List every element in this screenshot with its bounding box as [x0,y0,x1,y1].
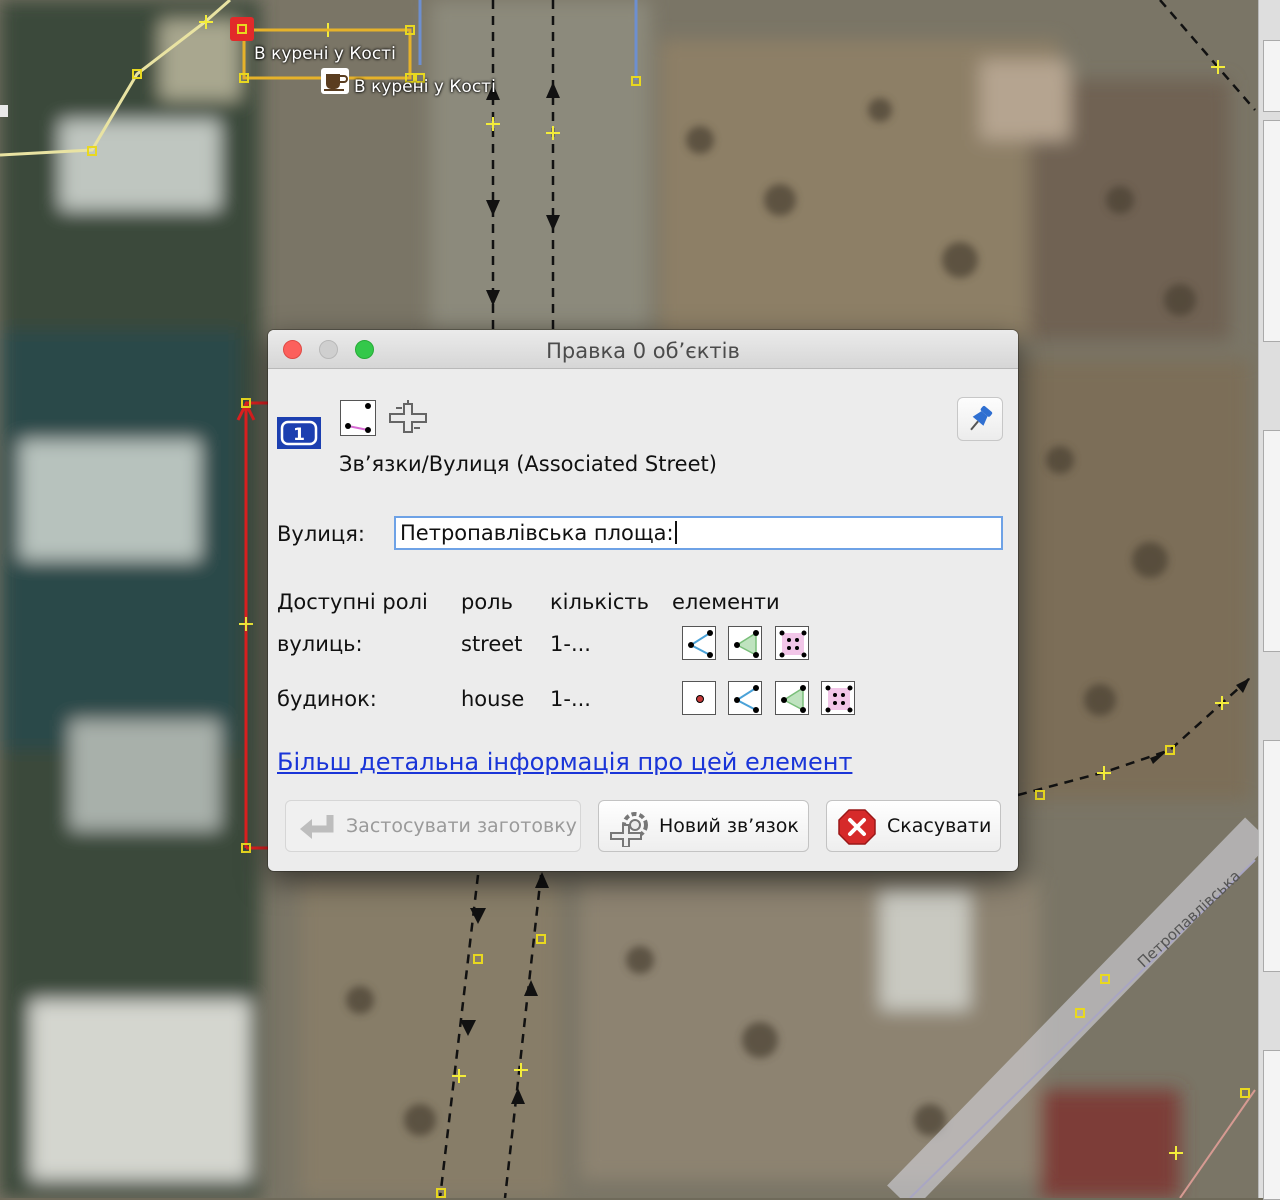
panel-section[interactable] [1263,430,1280,652]
roles-header-role: роль [461,590,513,614]
apply-preset-icon [300,815,334,839]
dialog-title: Правка 0 об’єктів [546,339,740,363]
preset-title: Зв’язки/Вулиця (Associated Street) [339,452,717,476]
panel-section[interactable] [1263,120,1280,342]
node-icon [682,681,716,715]
multipolygon-icon [821,681,855,715]
relation-editor-dialog: Правка 0 об’єктів 1 Зв’язки/Вулиця (Asso… [268,330,1018,871]
text-cursor [674,521,677,544]
role-key: street [461,632,523,656]
way-icon [728,681,762,715]
cancel-label: Скасувати [887,815,992,837]
street-name-input[interactable]: Петропавлівська площа: [394,516,1003,550]
panel-section[interactable] [1263,740,1280,972]
multipolygon-icon [775,626,809,660]
way-icon [682,626,716,660]
relation-type-icon: 1 [277,417,321,449]
new-relation-label: Новий зв’язок [659,815,799,837]
roles-header-count: кількість [550,590,649,614]
role-key: house [461,687,525,711]
poi-label-selected: В курені у Кості [254,44,396,64]
closed-way-icon [775,681,809,715]
pin-icon [970,406,993,431]
street-field-label: Вулиця: [277,522,365,546]
roles-header-elements: елементи [672,590,780,614]
closed-way-icon [728,626,762,660]
way-type-icon [340,400,376,436]
apply-preset-label: Застосувати заготовку [346,815,577,837]
dialog-titlebar[interactable]: Правка 0 об’єктів [268,330,1018,369]
more-info-link[interactable]: Більш детальна інформація про цей елемен… [277,748,852,776]
new-relation-button[interactable]: Новий зв’язок [598,800,809,852]
new-relation-icon [610,812,648,847]
role-count: 1-... [550,687,591,711]
svg-text:1: 1 [293,425,305,445]
right-side-panel [1258,0,1280,1200]
cancel-button[interactable]: Скасувати [826,800,1001,852]
roles-header-available: Доступні ролі [277,590,428,614]
pin-button[interactable] [957,397,1003,441]
relation-members-icon [389,400,427,433]
role-count: 1-... [550,632,591,656]
cancel-icon [838,809,876,845]
poi-label: В курені у Кості [354,77,496,97]
apply-preset-button[interactable]: Застосувати заготовку [285,800,581,852]
role-name: будинок: [277,687,377,711]
street-name-value: Петропавлівська площа: [400,521,674,545]
role-name: вулиць: [277,632,363,656]
panel-section[interactable] [1263,40,1280,112]
panel-section[interactable] [1263,1050,1280,1200]
